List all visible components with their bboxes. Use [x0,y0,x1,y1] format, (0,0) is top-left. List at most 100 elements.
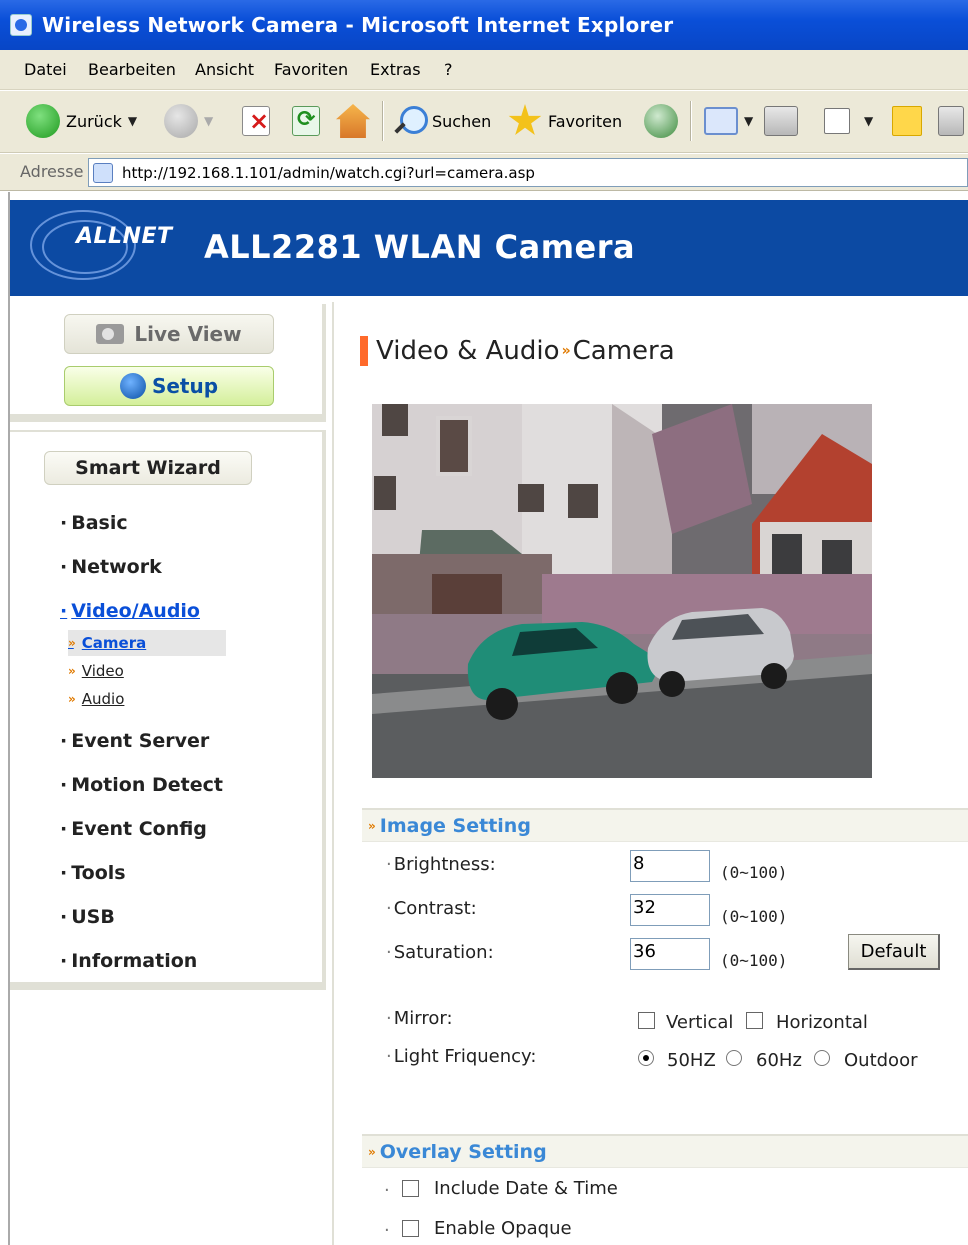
camera-scene [372,404,872,778]
nav-item-usb-label: USB [71,906,115,928]
menu-extras[interactable]: Extras [370,60,421,79]
nav-item-basic[interactable]: · Basic [60,512,128,534]
light-frequency-60hz-radio[interactable] [726,1050,742,1066]
contrast-input[interactable]: 32 [630,894,710,926]
home-button[interactable] [336,103,370,139]
nav-subitem-camera[interactable]: » Camera [68,630,226,656]
chevron-down-icon[interactable]: ▼ [744,114,753,128]
refresh-button[interactable] [292,103,320,139]
nav-item-network[interactable]: · Network [60,556,162,578]
menu-datei[interactable]: Datei [24,60,67,79]
history-button[interactable] [644,103,678,139]
forward-button[interactable]: ▼ [164,103,213,139]
print-button[interactable] [764,103,798,139]
nav-item-video-audio[interactable]: · Video/Audio [60,600,200,622]
star-icon [508,104,542,135]
bullet-dot: · [384,1220,390,1241]
back-button[interactable]: Zurück ▼ [26,103,137,139]
menu-favoriten[interactable]: Favoriten [274,60,348,79]
nav-item-motion-detect[interactable]: · Motion Detect [60,774,223,796]
back-arrow-icon [26,104,60,138]
include-date-time-checkbox[interactable] [402,1180,419,1197]
address-bar: Adresse http://192.168.1.101/admin/watch… [0,154,968,191]
light-frequency-50hz-label: 50HZ [667,1050,716,1071]
nav-item-information[interactable]: · Information [60,950,197,972]
nav-item-tools[interactable]: · Tools [60,862,126,884]
forward-arrow-icon [164,104,198,138]
search-button[interactable]: Suchen [392,103,491,139]
nav-subitem-video-label: Video [81,662,124,680]
address-label: Adresse [20,162,84,181]
mail-button[interactable]: ▼ [704,103,753,139]
favorites-button[interactable]: Favoriten [508,103,622,139]
search-label: Suchen [432,111,492,131]
menu-ansicht[interactable]: Ansicht [195,60,254,79]
page-title-section: Video & Audio [376,336,560,366]
light-frequency-outdoor-radio[interactable] [814,1050,830,1066]
saturation-label: · Saturation: [386,942,494,963]
address-input[interactable]: http://192.168.1.101/admin/watch.cgi?url… [88,158,968,187]
saturation-label-text: Saturation: [393,942,494,963]
camera-icon [96,324,125,344]
window-title-bar: Wireless Network Camera - Microsoft Inte… [0,0,968,50]
chevron-down-icon[interactable]: ▼ [864,114,873,128]
note-button[interactable] [892,103,922,139]
stop-icon [242,106,270,136]
nav-item-basic-label: Basic [71,512,128,534]
history-icon [644,104,678,138]
nav-item-network-label: Network [71,556,162,578]
left-navigation: Live View Setup Smart Wizard · Basic · Net… [10,296,326,1245]
smart-wizard-button[interactable]: Smart Wizard [44,451,252,485]
light-frequency-50hz-radio[interactable] [638,1050,654,1066]
contrast-label-text: Contrast: [393,898,477,919]
brightness-label: · Brightness: [386,854,496,875]
product-title: ALL2281 WLAN Camera [204,228,636,266]
light-frequency-label: · Light Friquency: [386,1046,537,1067]
mirror-horizontal-checkbox[interactable] [746,1012,763,1029]
mirror-vertical-label: Vertical [666,1012,734,1033]
brightness-label-text: Brightness: [393,854,496,875]
internet-explorer-icon [10,14,32,36]
edit-button[interactable]: ▼ [824,103,873,139]
page-title: Video & Audio » Camera [360,336,675,366]
menu-help[interactable]: ? [444,60,453,79]
chevron-down-icon[interactable]: ▼ [204,114,213,128]
chevron-down-icon[interactable]: ▼ [128,114,137,128]
nav-item-event-server[interactable]: · Event Server [60,730,209,752]
address-url: http://192.168.1.101/admin/watch.cgi?url… [122,164,535,182]
home-icon [336,104,370,138]
live-view-button[interactable]: Live View [64,314,274,354]
refresh-icon [292,106,320,136]
saturation-range: (0~100) [720,951,788,970]
brightness-input[interactable]: 8 [630,850,710,882]
image-setting-title: Image Setting [379,814,531,837]
nav-item-video-audio-label: Video/Audio [71,600,200,622]
enable-opaque-checkbox[interactable] [402,1220,419,1237]
stop-button[interactable] [242,103,270,139]
default-button[interactable]: Default [848,934,940,970]
double-chevron-icon: » [368,818,376,833]
note-icon [892,106,922,136]
toolbar-separator [690,101,691,141]
nav-item-event-config[interactable]: · Event Config [60,818,207,840]
brightness-range: (0~100) [720,863,788,882]
title-accent-bar [360,336,368,366]
contrast-range: (0~100) [720,907,788,926]
nav-subitem-video[interactable]: » Video [68,658,124,684]
nav-subitem-audio-label: Audio [81,690,125,708]
mail-icon [704,107,738,135]
camera-live-image [372,404,872,778]
messenger-button[interactable] [938,103,964,139]
setup-button[interactable]: Setup [64,366,274,406]
mirror-vertical-checkbox[interactable] [638,1012,655,1029]
nav-subitem-audio[interactable]: » Audio [68,686,124,712]
page-icon [93,163,113,183]
saturation-input[interactable]: 36 [630,938,710,970]
mirror-label-text: Mirror: [393,1008,453,1029]
light-frequency-label-text: Light Friquency: [393,1046,537,1067]
nav-item-usb[interactable]: · USB [60,906,115,928]
overlay-setting-title: Overlay Setting [379,1140,547,1163]
back-label: Zurück [66,111,122,131]
menu-bearbeiten[interactable]: Bearbeiten [88,60,176,79]
live-view-label: Live View [134,322,242,346]
